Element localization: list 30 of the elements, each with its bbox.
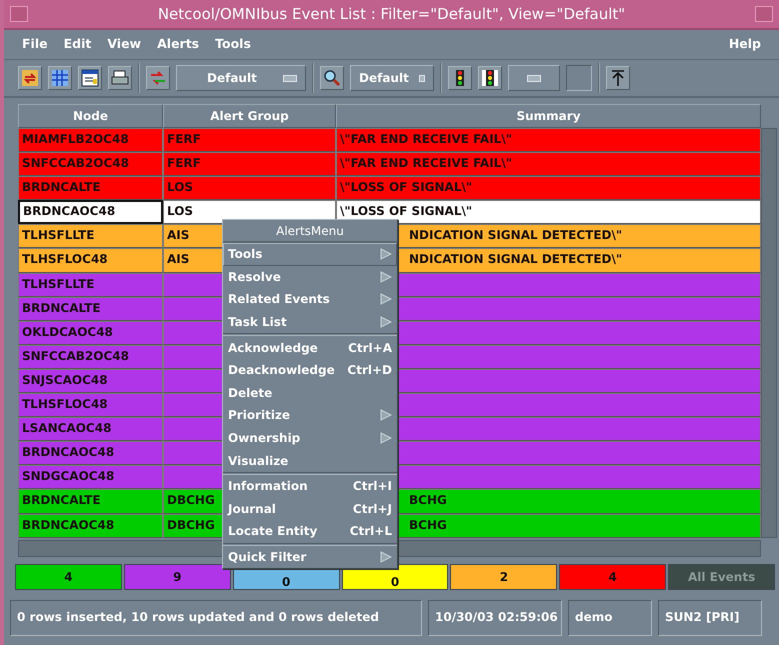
table-cell: SNDGCAOC48 bbox=[18, 465, 163, 490]
table-cell: \"FAR END RECEIVE FAIL\" bbox=[336, 152, 761, 176]
table-cell: LOS bbox=[163, 176, 336, 200]
table-cell: SNFCCAB2OC48 bbox=[18, 344, 163, 369]
table-cell: OKLDCAOC48 bbox=[18, 320, 163, 345]
table-cell: BRDNCALTE bbox=[18, 296, 163, 321]
status-time: 10/30/03 02:59:06 bbox=[428, 600, 562, 636]
table-cell: FERF bbox=[163, 128, 336, 152]
table-cell: \"LOSS OF SIGNAL\" bbox=[336, 200, 761, 224]
table-cell: TLHSFLOC48 bbox=[18, 248, 163, 273]
menu-title: AlertsMenu bbox=[223, 220, 397, 243]
table-cell: BRDNCAOC48 bbox=[18, 514, 163, 538]
table-cell: BRDNCAOC48 bbox=[18, 200, 163, 224]
table-cell: MIAMFLB2OC48 bbox=[18, 128, 163, 152]
table-cell: \"FAR END RECEIVE FAIL\" bbox=[336, 128, 761, 152]
table-cell: LSANCAOC48 bbox=[18, 417, 163, 442]
status-server: SUN2 [PRI] bbox=[658, 600, 762, 636]
table-cell: TLHSFLLTE bbox=[18, 224, 163, 248]
table-cell: BRDNCALTE bbox=[18, 489, 163, 514]
window-title: Netcool/OMNIbus Event List : Filter="Default", View="Default" bbox=[156, 4, 626, 25]
table-cell: BRDNCALTE bbox=[18, 176, 163, 200]
status-message: 0 rows inserted, 10 rows updated and 0 rows deleted bbox=[10, 600, 422, 636]
table-cell: TLHSFLOC48 bbox=[18, 393, 163, 418]
table-cell: BRDNCAOC48 bbox=[18, 441, 163, 466]
table-cell: TLHSFLLTE bbox=[18, 272, 163, 297]
status-user: demo bbox=[568, 600, 652, 636]
table-cell: \"LOSS OF SIGNAL\" bbox=[336, 176, 761, 200]
table-cell: FERF bbox=[163, 152, 336, 176]
table-cell: SNFCCAB2OC48 bbox=[18, 152, 163, 176]
table-cell: SNJSCAOC48 bbox=[18, 368, 163, 394]
